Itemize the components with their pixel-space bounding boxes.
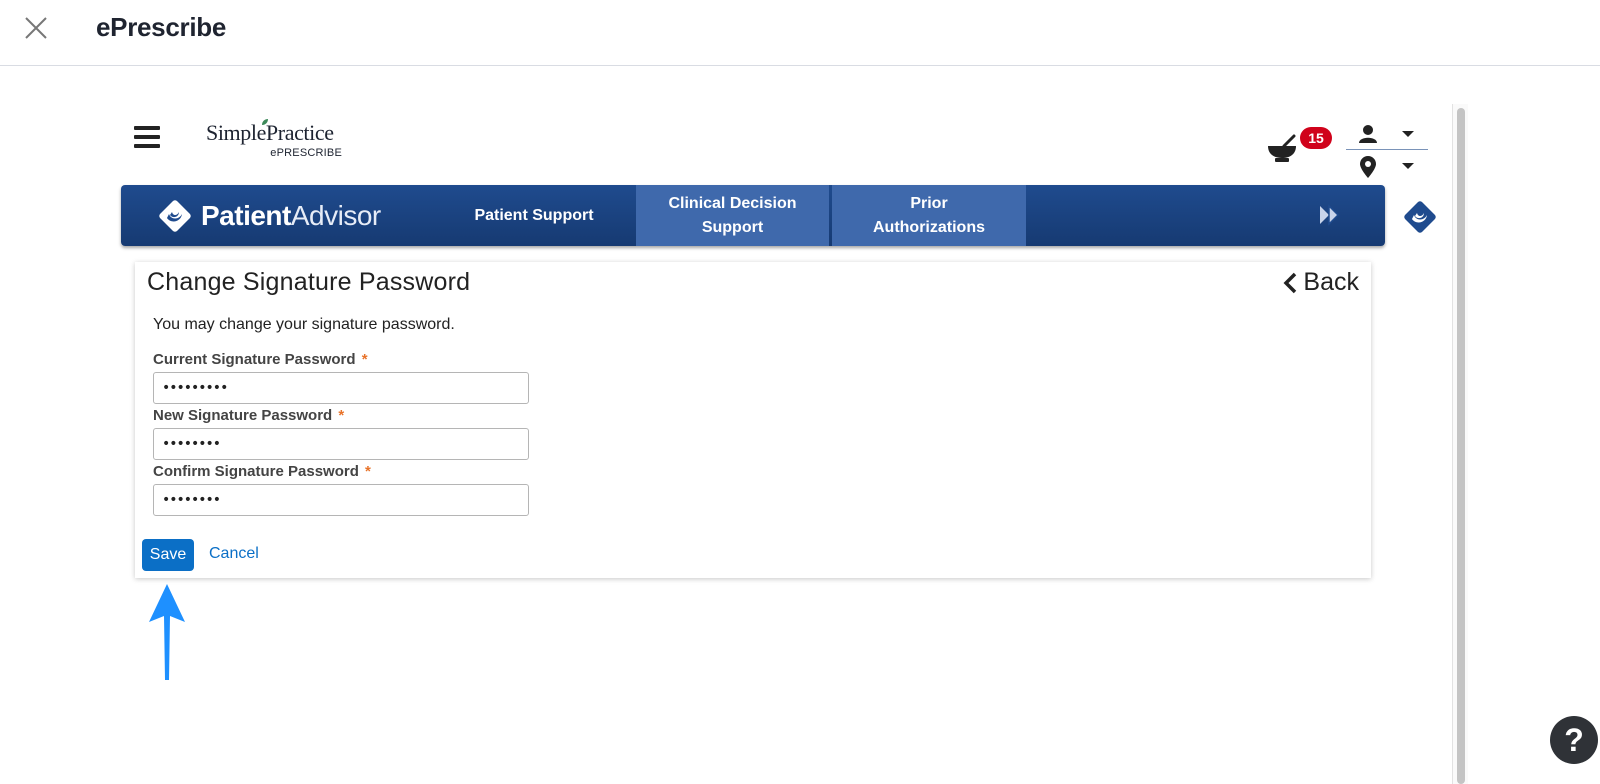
current-password-label: Current Signature Password * <box>153 351 368 368</box>
confirm-password-label: Confirm Signature Password * <box>153 463 371 480</box>
new-password-field[interactable] <box>153 428 529 460</box>
intro-text: You may change your signature password. <box>153 316 455 333</box>
simplepractice-logo: SimplePractice ePRESCRIBE <box>206 119 346 164</box>
scrollbar-thumb[interactable] <box>1457 108 1465 784</box>
brand-subtitle: ePRESCRIBE <box>270 147 342 159</box>
patient-advisor-navbar: PatientAdvisor Patient Support Clinical … <box>121 185 1385 246</box>
tab-prior-authorizations[interactable]: Prior Authorizations <box>832 185 1026 246</box>
double-chevron-right-icon[interactable] <box>1317 203 1341 227</box>
mortar-pestle-icon[interactable] <box>1266 134 1300 164</box>
patient-advisor-logo[interactable]: PatientAdvisor <box>157 197 381 235</box>
save-button[interactable]: Save <box>142 539 194 571</box>
chevron-down-icon <box>1402 131 1414 137</box>
new-password-label: New Signature Password * <box>153 407 345 424</box>
help-icon[interactable]: ? <box>1550 716 1598 764</box>
current-password-field[interactable] <box>153 372 529 404</box>
hamburger-icon[interactable] <box>134 126 162 152</box>
user-menu[interactable] <box>1346 122 1428 150</box>
location-pin-icon <box>1360 156 1376 178</box>
patient-advisor-side-icon[interactable] <box>1403 200 1437 234</box>
patient-advisor-icon <box>159 200 191 232</box>
scrollbar[interactable] <box>1452 104 1468 784</box>
leaf-icon <box>262 119 268 125</box>
change-password-card: Change Signature Password Back You may c… <box>135 262 1371 578</box>
tab-clinical-decision-support[interactable]: Clinical Decision Support <box>636 185 829 246</box>
chevron-down-icon <box>1402 163 1414 169</box>
user-icon <box>1359 125 1377 143</box>
confirm-password-field[interactable] <box>153 484 529 516</box>
location-menu[interactable] <box>1346 154 1428 180</box>
back-link[interactable]: Back <box>1283 268 1359 297</box>
cancel-link[interactable]: Cancel <box>209 545 259 563</box>
tab-patient-support[interactable]: Patient Support <box>421 185 647 246</box>
rx-count-badge: 15 <box>1300 127 1332 149</box>
patient-advisor-wordmark: PatientAdvisor <box>201 200 381 231</box>
modal-header: ePrescribe <box>0 0 1600 66</box>
modal-title: ePrescribe <box>96 12 226 42</box>
chevron-left-icon <box>1283 272 1297 293</box>
brand-name: SimplePractice <box>206 120 334 145</box>
annotation-arrow-icon <box>149 584 185 680</box>
close-icon[interactable] <box>22 14 50 42</box>
page-title: Change Signature Password <box>147 268 471 296</box>
